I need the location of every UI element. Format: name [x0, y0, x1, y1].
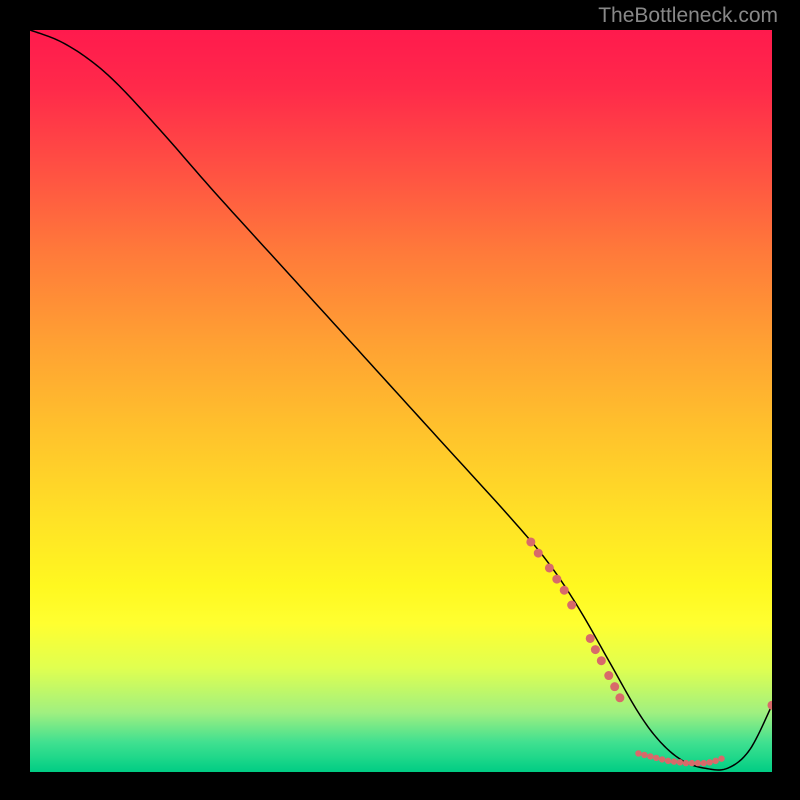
scatter-dot: [526, 537, 535, 546]
scatter-dot: [552, 575, 561, 584]
watermark-text: TheBottleneck.com: [598, 4, 778, 28]
scatter-dot: [545, 563, 554, 572]
scatter-dot: [641, 752, 647, 758]
scatter-dot: [615, 693, 624, 702]
scatter-dot: [653, 755, 659, 761]
scatter-dot: [586, 634, 595, 643]
scatter-dot: [701, 760, 707, 766]
scatter-dot: [560, 586, 569, 595]
scatter-dot: [597, 656, 606, 665]
scatter-dot: [659, 756, 665, 762]
scatter-dot: [647, 753, 653, 759]
plot-area: [30, 30, 772, 772]
bottleneck-curve: [30, 30, 772, 770]
scatter-dot: [567, 601, 576, 610]
scatter-dot: [591, 645, 600, 654]
scatter-dot: [665, 758, 671, 764]
scatter-dot: [718, 755, 724, 761]
scatter-dots: [526, 537, 772, 766]
scatter-dot: [610, 682, 619, 691]
scatter-dot: [534, 549, 543, 558]
scatter-dot: [604, 671, 613, 680]
scatter-dot: [677, 759, 683, 765]
scatter-dot: [683, 760, 689, 766]
scatter-dot: [712, 758, 718, 764]
scatter-dot: [706, 759, 712, 765]
scatter-dot: [695, 760, 701, 766]
scatter-dot: [671, 758, 677, 764]
scatter-dot: [689, 760, 695, 766]
chart-overlay: [30, 30, 772, 772]
scatter-dot: [768, 701, 773, 710]
scatter-dot: [635, 750, 641, 756]
